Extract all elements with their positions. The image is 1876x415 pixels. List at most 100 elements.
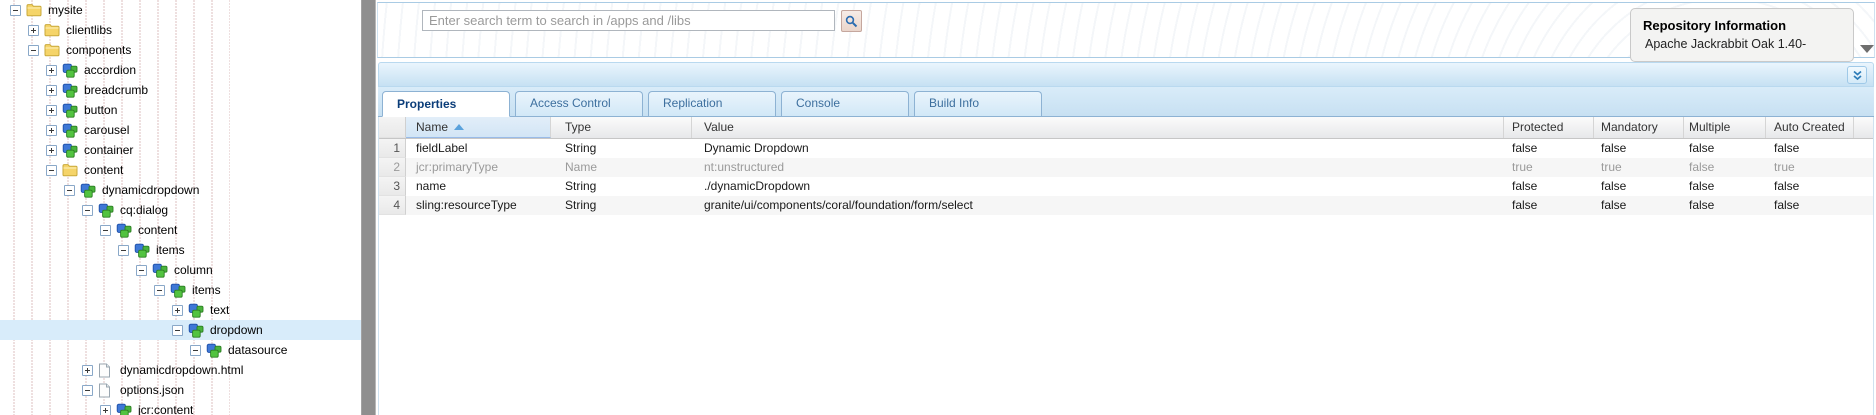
search-button[interactable] — [841, 10, 862, 32]
property-row-jcr-primarytype[interactable]: 2 jcr:primaryType Name nt:unstructured true t… — [379, 158, 1873, 177]
column-header-name[interactable]: Name — [406, 117, 551, 138]
expand-toggle-icon[interactable] — [100, 404, 111, 415]
tab-build-info[interactable]: Build Info — [914, 91, 1042, 116]
cell-type: String — [565, 141, 597, 155]
collapse-toggle-icon[interactable] — [190, 344, 201, 356]
collapse-toggle-icon[interactable] — [82, 384, 93, 396]
component-icon — [116, 403, 132, 415]
collapse-toggle-icon[interactable] — [46, 164, 57, 176]
cell-mandatory: false — [1601, 198, 1627, 212]
cell-multiple: false — [1689, 179, 1715, 193]
expand-toggle-icon[interactable] — [28, 24, 39, 36]
tree-node-breadcrumb[interactable]: breadcrumb — [0, 80, 361, 100]
expand-toggle-icon[interactable] — [46, 104, 57, 116]
column-header-mandatory[interactable]: Mandatory — [1594, 117, 1684, 138]
tab-console[interactable]: Console — [781, 91, 909, 116]
collapse-toggle-icon[interactable] — [172, 324, 183, 336]
tree-node-jcr-content[interactable]: jcr:content — [0, 400, 361, 415]
collapse-toggle-icon[interactable] — [118, 244, 129, 256]
folder-icon — [26, 3, 42, 18]
tree-node-datasource[interactable]: datasource — [0, 340, 361, 360]
repository-information-title: Repository Information — [1643, 18, 1787, 33]
component-icon — [206, 343, 222, 358]
repository-information-panel: Repository Information Apache Jackrabbit… — [1630, 8, 1854, 62]
tree-node-items[interactable]: items — [0, 280, 361, 300]
column-header-filler — [1854, 117, 1873, 138]
panel-splitter[interactable] — [361, 0, 376, 415]
collapse-toggle-icon[interactable] — [10, 4, 21, 16]
tree-node-mysite[interactable]: mysite — [0, 0, 361, 20]
property-row-fieldlabel[interactable]: 1 fieldLabel String Dynamic Dropdown false fa… — [379, 139, 1873, 158]
tree-node-clientlibs[interactable]: clientlibs — [0, 20, 361, 40]
component-icon — [62, 143, 78, 158]
cell-auto-created: false — [1774, 141, 1800, 155]
tree-node-button[interactable]: button — [0, 100, 361, 120]
property-row-name[interactable]: 3 name String ./dynamicDropdown false false fa… — [379, 177, 1873, 196]
tree-node-container[interactable]: container — [0, 140, 361, 160]
expand-toggle-icon[interactable] — [46, 124, 57, 136]
tree-node-label: cq:dialog — [120, 203, 169, 217]
double-chevron-down-icon — [1852, 70, 1863, 81]
tree-node-label: content — [84, 163, 124, 177]
tree-node-dropdown[interactable]: dropdown — [0, 320, 361, 340]
tab-strip: Properties Access Control Replication Conso… — [378, 87, 1874, 117]
tree-node-accordion[interactable]: accordion — [0, 60, 361, 80]
tree-node-dynamicdropdown-html[interactable]: dynamicdropdown.html — [0, 360, 361, 380]
folder-icon — [44, 23, 60, 38]
tree-node-carousel[interactable]: carousel — [0, 120, 361, 140]
column-header-multiple[interactable]: Multiple — [1684, 117, 1766, 138]
tree-node-column[interactable]: column — [0, 260, 361, 280]
tree-node-dynamicdropdown[interactable]: dynamicdropdown — [0, 180, 361, 200]
search-input[interactable] — [422, 10, 835, 31]
expand-toggle-icon[interactable] — [46, 64, 57, 76]
tab-access-control[interactable]: Access Control — [515, 91, 643, 116]
tree-node-label: components — [66, 43, 132, 57]
tree-node-cq-dialog[interactable]: cq:dialog — [0, 200, 361, 220]
crxde-window: mysite clientlibs components accordion bread… — [0, 0, 1876, 415]
cell-mandatory: false — [1601, 141, 1627, 155]
cell-type: String — [565, 179, 597, 193]
tree-node-options-json[interactable]: options.json — [0, 380, 361, 400]
tree-node-label: content — [138, 223, 178, 237]
cell-multiple: false — [1689, 160, 1715, 174]
column-header-protected[interactable]: Protected — [1504, 117, 1594, 138]
collapse-toggle-icon[interactable] — [100, 224, 111, 236]
tree-node-label: options.json — [120, 383, 185, 397]
tree-node-content[interactable]: content — [0, 160, 361, 180]
tree-node-components[interactable]: components — [0, 40, 361, 60]
column-header-type[interactable]: Type — [551, 117, 692, 138]
expand-toggle-icon[interactable] — [46, 84, 57, 96]
collapse-toggle-icon[interactable] — [82, 204, 93, 216]
column-header-auto-created[interactable]: Auto Created — [1766, 117, 1854, 138]
collapse-panel-button[interactable] — [1847, 66, 1867, 84]
collapse-toggle-icon[interactable] — [136, 264, 147, 276]
tree-node-label: jcr:content — [138, 403, 194, 415]
expand-toggle-icon[interactable] — [46, 144, 57, 156]
cell-filler — [1854, 158, 1873, 177]
tree-node-text[interactable]: text — [0, 300, 361, 320]
expand-toggle-icon[interactable] — [172, 304, 183, 316]
component-icon — [188, 323, 204, 338]
property-row-sling-resourcetype[interactable]: 4 sling:resourceType String granite/ui/comp… — [379, 196, 1873, 215]
tree-node-items[interactable]: items — [0, 240, 361, 260]
collapse-toggle-icon[interactable] — [64, 184, 75, 196]
component-icon — [152, 263, 168, 278]
collapse-toggle-icon[interactable] — [154, 284, 165, 296]
folder-icon — [44, 43, 60, 58]
tree-node-label: mysite — [48, 3, 83, 17]
repository-tree-panel: mysite clientlibs components accordion bread… — [0, 0, 361, 415]
caret-down-icon[interactable] — [1860, 45, 1874, 53]
tab-replication[interactable]: Replication — [648, 91, 776, 116]
expand-toggle-icon[interactable] — [82, 364, 93, 376]
cell-protected: false — [1512, 198, 1538, 212]
row-number: 2 — [379, 158, 406, 177]
cell-value: ./dynamicDropdown — [704, 179, 811, 193]
tab-properties[interactable]: Properties — [382, 91, 510, 117]
row-number-header — [379, 117, 406, 138]
collapse-toggle-icon[interactable] — [28, 44, 39, 56]
component-icon — [62, 103, 78, 118]
repository-version-text: Apache Jackrabbit Oak 1.40- — [1645, 37, 1807, 51]
tree-node-content[interactable]: content — [0, 220, 361, 240]
column-header-value[interactable]: Value — [692, 117, 1504, 138]
cell-mandatory: false — [1601, 179, 1627, 193]
